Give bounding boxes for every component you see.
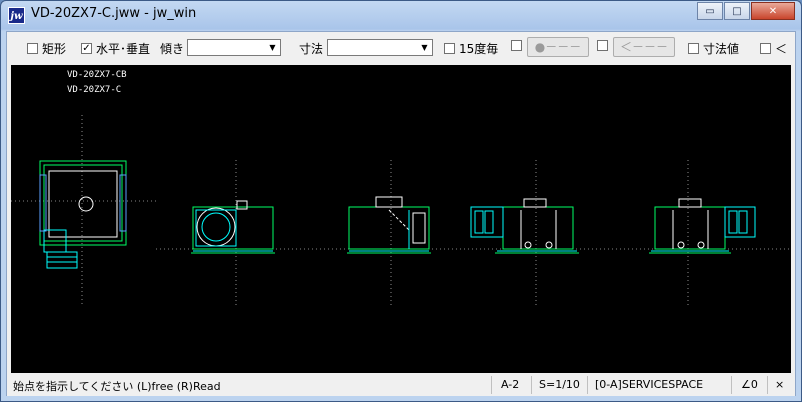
deg15-checkbox[interactable] (444, 43, 455, 54)
dimval-option[interactable]: 寸法値 (688, 40, 739, 57)
cad-canvas[interactable]: VD-20ZX7-CB VD-20ZX7-C (11, 65, 791, 373)
minimize-icon: ▭ (705, 5, 715, 17)
side-view-1 (191, 200, 275, 254)
status-divider (531, 376, 532, 394)
front-view-1 (470, 198, 579, 254)
client-area: 矩形 ✓ 水平･垂直 傾き ▼ 寸法 ▼ 15度毎 ●－－－ ＜－－－ 寸法値 … (6, 31, 796, 396)
arrow-checkbox[interactable] (597, 40, 608, 51)
dimval-label: 寸法値 (703, 42, 740, 56)
status-scale[interactable]: S=1/10 (539, 378, 580, 391)
rect-label: 矩形 (42, 42, 67, 56)
dim-label: 寸法 (299, 42, 324, 56)
tilt-label: 傾き (160, 42, 185, 56)
side-view-2 (347, 196, 431, 254)
rect-option[interactable]: 矩形 (27, 40, 66, 57)
more-option[interactable]: ＜ (760, 40, 787, 57)
cad-drawing: VD-20ZX7-CB VD-20ZX7-C (11, 70, 791, 305)
status-angle[interactable]: ∠0 (741, 378, 758, 391)
chevron-down-icon: ▼ (269, 43, 276, 52)
status-divider (731, 376, 732, 394)
deg15-label: 15度毎 (459, 42, 499, 56)
point-option[interactable] (511, 40, 526, 51)
chevron-down-icon: ▼ (421, 43, 428, 52)
jw-app-icon[interactable]: jw (8, 7, 25, 24)
control-bar: 矩形 ✓ 水平･垂直 傾き ▼ 寸法 ▼ 15度毎 ●－－－ ＜－－－ 寸法値 … (7, 32, 795, 62)
app-window: jw VD-20ZX7-C.jww - jw_win ▭ □ ✕ 矩形 ✓ 水平… (0, 0, 802, 402)
hv-option[interactable]: ✓ 水平･垂直 (81, 40, 150, 57)
status-close-icon[interactable]: × (775, 378, 784, 391)
status-bar: 始点を指示してください (L)free (R)Read A-2 S=1/10 [… (7, 374, 795, 396)
point-checkbox[interactable] (511, 40, 522, 51)
drawing-label-c: VD-20ZX7-C (67, 85, 121, 95)
dim-dropdown[interactable]: ▼ (327, 39, 433, 56)
arrow-option[interactable] (597, 40, 612, 51)
status-prompt: 始点を指示してください (L)free (R)Read (13, 380, 221, 393)
status-divider (767, 376, 768, 394)
close-icon: ✕ (768, 5, 778, 17)
status-divider (587, 376, 588, 394)
minimize-button[interactable]: ▭ (697, 2, 723, 20)
title-bar[interactable]: jw VD-20ZX7-C.jww - jw_win ▭ □ ✕ (1, 1, 801, 29)
arrow-line-button[interactable]: ＜－－－ (613, 37, 675, 57)
hv-checkbox[interactable]: ✓ (81, 43, 92, 54)
maximize-button[interactable]: □ (724, 2, 750, 20)
tilt-dropdown[interactable]: ▼ (187, 39, 281, 56)
drawing-label-cb: VD-20ZX7-CB (67, 70, 127, 80)
more-checkbox[interactable] (760, 43, 771, 54)
window-title: VD-20ZX7-C.jww - jw_win (31, 6, 197, 21)
hv-label: 水平･垂直 (96, 42, 151, 56)
close-button[interactable]: ✕ (751, 2, 795, 20)
point-line-button[interactable]: ●－－－ (527, 37, 589, 57)
rect-checkbox[interactable] (27, 43, 38, 54)
more-label: ＜ (775, 42, 788, 56)
front-view-2 (649, 198, 756, 254)
status-layer[interactable]: [0-A]SERVICESPACE (595, 378, 703, 391)
deg15-option[interactable]: 15度毎 (444, 40, 498, 57)
maximize-icon: □ (732, 5, 742, 17)
plan-view (39, 160, 127, 269)
guide-lines (11, 115, 791, 305)
dimval-checkbox[interactable] (688, 43, 699, 54)
status-sheet[interactable]: A-2 (501, 378, 519, 391)
status-divider (491, 376, 492, 394)
